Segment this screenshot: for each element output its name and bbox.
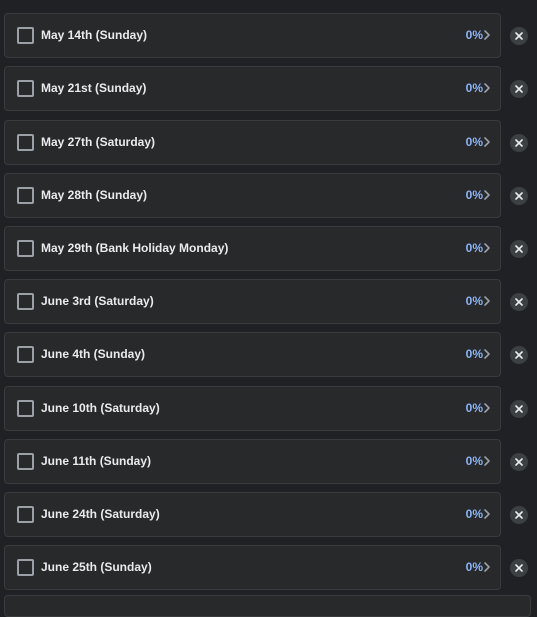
close-icon [515,298,523,306]
checkbox-icon[interactable] [17,187,34,204]
checkbox-icon[interactable] [17,293,34,310]
date-item-card[interactable]: June 10th (Saturday) 0% [4,386,501,431]
checkbox-icon[interactable] [17,240,34,257]
date-item-card[interactable]: June 3rd (Saturday) 0% [4,279,501,324]
checkbox-icon[interactable] [17,400,34,417]
progress-percentage: 0% [465,135,483,149]
checkbox-icon[interactable] [17,346,34,363]
date-item-label: May 28th (Sunday) [41,188,148,202]
list-item: May 27th (Saturday) 0% [0,120,537,167]
chevron-right-icon[interactable] [484,190,490,200]
date-item-list: May 14th (Sunday) 0% May 21st (Sunday) 0… [0,0,537,600]
close-icon [515,564,523,572]
progress-percentage: 0% [465,507,483,521]
progress-percentage: 0% [465,294,483,308]
date-item-card[interactable]: May 28th (Sunday) 0% [4,173,501,218]
chevron-right-icon[interactable] [484,137,490,147]
progress-percentage: 0% [465,241,483,255]
chevron-right-icon[interactable] [484,243,490,253]
list-item: June 11th (Sunday) 0% [0,439,537,486]
chevron-right-icon[interactable] [484,83,490,93]
chevron-right-icon[interactable] [484,562,490,572]
date-item-card[interactable]: May 21st (Sunday) 0% [4,66,501,111]
date-item-card[interactable]: June 24th (Saturday) 0% [4,492,501,537]
close-icon [515,85,523,93]
checkbox-icon[interactable] [17,453,34,470]
remove-button[interactable] [510,559,528,577]
date-item-card[interactable]: June 25th (Sunday) 0% [4,545,501,590]
close-icon [515,245,523,253]
date-item-label: May 21st (Sunday) [41,81,147,95]
list-item: May 21st (Sunday) 0% [0,66,537,113]
close-icon [515,139,523,147]
chevron-right-icon[interactable] [484,296,490,306]
remove-button[interactable] [510,134,528,152]
date-item-label: June 3rd (Saturday) [41,294,154,308]
list-item: June 3rd (Saturday) 0% [0,279,537,326]
remove-button[interactable] [510,27,528,45]
date-item-label: June 24th (Saturday) [41,507,160,521]
checkbox-icon[interactable] [17,134,34,151]
close-icon [515,511,523,519]
checkbox-icon[interactable] [17,80,34,97]
date-item-label: June 11th (Sunday) [41,454,152,468]
progress-percentage: 0% [465,560,483,574]
close-icon [515,458,523,466]
remove-button[interactable] [510,293,528,311]
close-icon [515,192,523,200]
remove-button[interactable] [510,400,528,418]
list-item: May 28th (Sunday) 0% [0,173,537,220]
progress-percentage: 0% [465,401,483,415]
date-item-card[interactable]: May 27th (Saturday) 0% [4,120,501,165]
chevron-right-icon[interactable] [484,349,490,359]
progress-percentage: 0% [465,188,483,202]
list-item: June 25th (Sunday) 0% [0,545,537,592]
remove-button[interactable] [510,80,528,98]
close-icon [515,351,523,359]
date-item-label: June 25th (Sunday) [41,560,152,574]
checkbox-icon[interactable] [17,559,34,576]
remove-button[interactable] [510,453,528,471]
chevron-right-icon[interactable] [484,509,490,519]
checkbox-icon[interactable] [17,27,34,44]
date-item-label: May 29th (Bank Holiday Monday) [41,241,229,255]
chevron-right-icon[interactable] [484,30,490,40]
date-item-label: May 14th (Sunday) [41,28,148,42]
chevron-right-icon[interactable] [484,403,490,413]
date-item-label: May 27th (Saturday) [41,135,156,149]
date-item-label: June 10th (Saturday) [41,401,160,415]
list-item: June 10th (Saturday) 0% [0,386,537,433]
partially-visible-list-item[interactable] [4,595,531,617]
chevron-right-icon[interactable] [484,456,490,466]
list-item: June 4th (Sunday) 0% [0,332,537,379]
list-item: May 14th (Sunday) 0% [0,13,537,60]
progress-percentage: 0% [465,454,483,468]
date-item-card[interactable]: May 29th (Bank Holiday Monday) 0% [4,226,501,271]
remove-button[interactable] [510,187,528,205]
date-item-label: June 4th (Sunday) [41,347,146,361]
remove-button[interactable] [510,506,528,524]
list-item: June 24th (Saturday) 0% [0,492,537,539]
close-icon [515,32,523,40]
progress-percentage: 0% [465,81,483,95]
progress-percentage: 0% [465,347,483,361]
list-item: May 29th (Bank Holiday Monday) 0% [0,226,537,273]
date-item-card[interactable]: May 14th (Sunday) 0% [4,13,501,58]
date-item-card[interactable]: June 4th (Sunday) 0% [4,332,501,377]
progress-percentage: 0% [465,28,483,42]
remove-button[interactable] [510,240,528,258]
date-item-card[interactable]: June 11th (Sunday) 0% [4,439,501,484]
remove-button[interactable] [510,346,528,364]
checkbox-icon[interactable] [17,506,34,523]
close-icon [515,405,523,413]
